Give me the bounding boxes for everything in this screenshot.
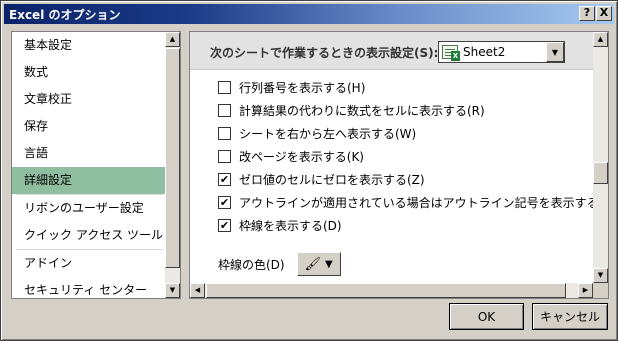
scroll-corner — [593, 283, 608, 298]
excel-options-dialog: Excel のオプション ? X 基本設定 数式 文章校正 保存 言語 詳細設定 リボンのユ… — [0, 0, 618, 341]
category-items: 基本設定 数式 文章校正 保存 言語 詳細設定 リボンのユーザー設定 クイック アクセス ツー… — [12, 32, 167, 298]
scroll-down-icon[interactable]: ▼ — [593, 268, 608, 283]
option-checkbox[interactable]: ✔ — [218, 195, 231, 209]
scroll-right-icon[interactable]: ▶ — [578, 283, 593, 298]
scroll-thumb[interactable] — [206, 283, 566, 298]
scroll-thumb[interactable] — [593, 162, 608, 184]
option-checkbox[interactable]: ✔ — [218, 172, 231, 186]
sidebar-item[interactable]: 文章校正 — [12, 86, 167, 113]
option-label: 枠線を表示する(D) — [239, 218, 342, 233]
excel-sheet-icon: X — [442, 45, 460, 61]
sidebar-item[interactable]: 数式 — [12, 59, 167, 86]
option-row[interactable]: シートを右から左へ表示する(W) — [218, 125, 416, 141]
sidebar-item[interactable]: セキュリティ センター — [12, 277, 167, 298]
option-checkbox[interactable] — [218, 126, 231, 140]
option-checkbox[interactable]: ✔ — [218, 218, 231, 232]
sidebar-item[interactable]: クイック アクセス ツール バー — [12, 222, 167, 249]
help-button[interactable]: ? — [579, 6, 595, 21]
ok-button[interactable]: OK — [449, 303, 524, 330]
option-row[interactable]: 改ページを表示する(K) — [218, 148, 364, 164]
sheet-select[interactable]: X Sheet2 ▼ — [438, 41, 565, 63]
section-title: 次のシートで作業するときの表示設定(S): — [210, 46, 439, 60]
option-label: アウトラインが適用されている場合はアウトライン記号を表示する(O) — [239, 195, 609, 210]
gridline-color-button[interactable]: 🖌 ▼ — [296, 252, 341, 276]
paint-bucket-icon: 🖌 — [304, 256, 322, 272]
option-label: 行列番号を表示する(H) — [239, 80, 366, 95]
sheet-select-value: Sheet2 — [463, 45, 506, 59]
sidebar-item[interactable]: 詳細設定 — [12, 167, 167, 194]
cancel-button[interactable]: キャンセル — [532, 303, 608, 330]
option-label: シートを右から左へ表示する(W) — [239, 126, 417, 141]
close-button[interactable]: X — [596, 6, 612, 21]
scroll-up-icon[interactable]: ▲ — [593, 32, 608, 47]
settings-horizontal-scrollbar[interactable]: ◀ ▶ — [190, 283, 593, 298]
option-row[interactable]: ✔ 枠線を表示する(D) — [218, 217, 342, 233]
gridline-color-label: 枠線の色(D) — [218, 257, 285, 272]
scroll-down-icon[interactable]: ▼ — [165, 283, 180, 298]
option-row[interactable]: ✔ ゼロ値のセルにゼロを表示する(Z) — [218, 171, 425, 187]
option-row[interactable]: 行列番号を表示する(H) — [218, 79, 365, 95]
gridline-color-row: 枠線の色(D) 🖌 ▼ — [218, 252, 341, 276]
option-checkbox[interactable] — [218, 149, 231, 163]
title-bar: Excel のオプション ? X — [4, 4, 614, 24]
scroll-left-icon[interactable]: ◀ — [190, 283, 205, 298]
category-scrollbar[interactable]: ▲ ▼ — [165, 32, 180, 298]
sidebar-item[interactable]: 保存 — [12, 113, 167, 140]
option-row[interactable]: 計算結果の代わりに数式をセルに表示する(R) — [218, 102, 485, 118]
option-label: ゼロ値のセルにゼロを表示する(Z) — [239, 172, 425, 187]
option-checkbox[interactable] — [218, 80, 231, 94]
option-label: 改ページを表示する(K) — [239, 149, 364, 164]
sidebar-item[interactable]: リボンのユーザー設定 — [12, 195, 167, 222]
section-header: 次のシートで作業するときの表示設定(S): X Sheet2 ▼ — [190, 32, 593, 70]
settings-pane: 次のシートで作業するときの表示設定(S): X Sheet2 ▼ 行列番号を表示… — [189, 31, 609, 299]
option-label: 計算結果の代わりに数式をセルに表示する(R) — [239, 103, 485, 118]
sidebar-item[interactable]: 基本設定 — [12, 32, 167, 59]
scroll-up-icon[interactable]: ▲ — [165, 32, 180, 47]
option-row[interactable]: ✔ アウトラインが適用されている場合はアウトライン記号を表示する(O) — [218, 194, 609, 210]
scroll-thumb[interactable] — [165, 48, 180, 268]
chevron-down-icon[interactable]: ▼ — [546, 42, 564, 62]
sidebar-item[interactable]: アドイン — [12, 250, 167, 277]
sidebar-item[interactable]: 言語 — [12, 140, 167, 167]
settings-vertical-scrollbar[interactable]: ▲ ▼ — [593, 32, 608, 283]
category-list: 基本設定 数式 文章校正 保存 言語 詳細設定 リボンのユーザー設定 クイック アクセス ツー… — [11, 31, 181, 299]
chevron-down-icon: ▼ — [325, 258, 333, 270]
option-checkbox[interactable] — [218, 103, 231, 117]
window-title: Excel のオプション — [9, 7, 121, 22]
